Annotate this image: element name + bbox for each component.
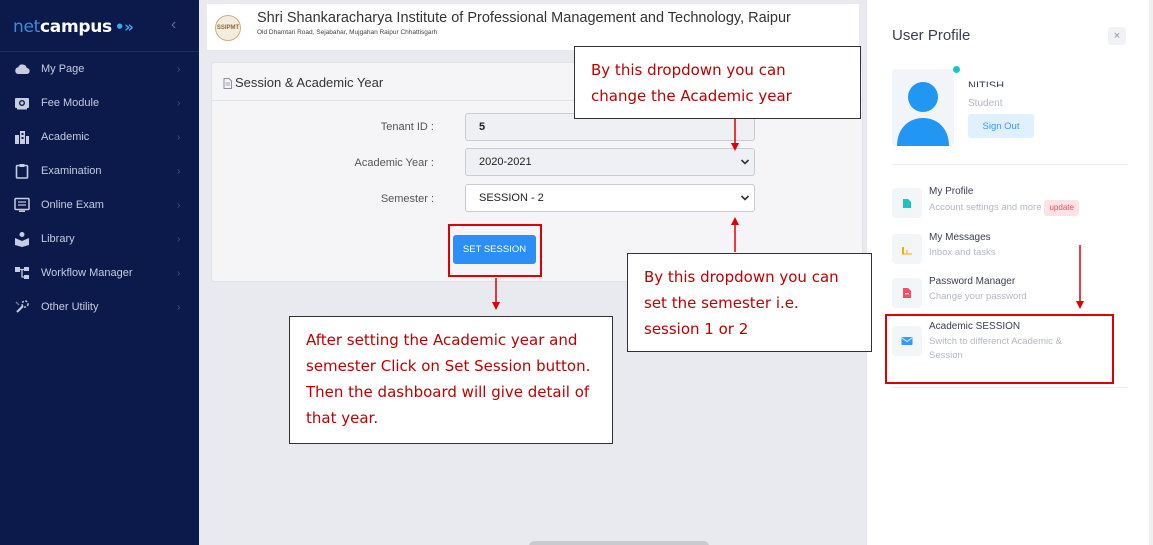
semester-label: Semester :	[380, 193, 434, 205]
scroll-indicator	[529, 541, 709, 545]
chevron-right-icon: ›	[177, 267, 181, 279]
reader-icon	[14, 231, 30, 247]
session-card-title: Session & Academic Year	[235, 75, 384, 90]
chevron-right-icon: ›	[177, 301, 181, 313]
header: SSIPMT Shri Shankaracharya Institute of …	[207, 4, 859, 50]
chevron-right-icon: ›	[177, 199, 181, 211]
tools-icon	[14, 299, 30, 315]
panel-item-my-profile[interactable]: My Profile Account settings and more upda…	[892, 186, 1132, 226]
page: net campus •» ‹ My Page › Fee Module › Aca…	[0, 0, 1153, 545]
panel-title: User Profile	[892, 27, 971, 44]
sidebar-item-library[interactable]: Library ›	[0, 224, 199, 254]
sidebar-item-workflow-manager[interactable]: Workflow Manager ›	[0, 258, 199, 288]
sidebar-item-online-exam[interactable]: Online Exam ›	[0, 190, 199, 220]
sidebar-item-label: Other Utility	[41, 301, 99, 313]
sidebar: net campus •» ‹ My Page › Fee Module › Aca…	[0, 0, 199, 545]
sidebar-item-fee-module[interactable]: Fee Module ›	[0, 88, 199, 118]
semester-value: SESSION - 2	[479, 192, 544, 204]
avatar	[892, 69, 954, 146]
sidebar-item-other-utility[interactable]: Other Utility ›	[0, 292, 199, 322]
user-name: NITISH	[968, 80, 1005, 87]
clipboard-icon	[14, 163, 30, 179]
semester-select[interactable]: SESSION - 2	[465, 184, 755, 212]
sidebar-item-my-page[interactable]: My Page ›	[0, 54, 199, 84]
year-callout: By this dropdown you can change the Acad…	[574, 46, 861, 119]
sidebar-item-label: Library	[41, 233, 75, 245]
sidebar-item-label: Online Exam	[41, 199, 104, 211]
brand-part2: campus	[40, 17, 112, 37]
divider	[892, 164, 1128, 165]
institute-name: Shri Shankaracharya Institute of Profess…	[257, 10, 791, 26]
sidebar-item-label: Academic	[41, 131, 90, 143]
institute-address: Old Dhamtari Road, Sejabahar, Mujgahan R…	[257, 29, 438, 36]
academic-year-value: 2020-2021	[479, 156, 532, 168]
panel-item-subtitle: Account settings and more update	[929, 200, 1099, 216]
chevron-down-icon	[740, 157, 750, 170]
chevron-right-icon: ›	[177, 97, 181, 109]
user-role: Student	[968, 98, 1003, 109]
set-session-highlight	[448, 224, 542, 277]
academic-year-label: Academic Year :	[354, 157, 435, 169]
tenant-id-value: 5	[479, 121, 486, 133]
sidebar-item-academic[interactable]: Academic ›	[0, 122, 199, 152]
panel-item-password-manager[interactable]: Password Manager Change your password	[892, 276, 1132, 316]
monitor-icon	[14, 197, 30, 213]
divider	[892, 387, 1128, 388]
semester-callout: By this dropdown you can set the semeste…	[627, 253, 872, 352]
sidebar-item-label: Workflow Manager	[41, 267, 133, 279]
building-icon	[14, 129, 30, 145]
academic-year-select[interactable]: 2020-2021	[465, 148, 755, 176]
academic-session-highlight	[885, 314, 1114, 384]
workflow-icon	[14, 265, 30, 281]
close-icon[interactable]: ×	[1108, 27, 1126, 45]
sidebar-item-label: My Page	[41, 63, 85, 75]
panel-item-subtitle: Change your password	[929, 291, 1027, 302]
panel-item-my-messages[interactable]: My Messages Inbox and tasks	[892, 232, 1132, 272]
panel-edge	[1149, 0, 1153, 545]
chevron-right-icon: ›	[177, 165, 181, 177]
chevron-down-icon	[740, 193, 750, 206]
panel-item-title: Password Manager	[929, 276, 1016, 287]
panel-item-subtitle: Inbox and tasks	[929, 247, 996, 258]
chevron-right-icon: ›	[177, 131, 181, 143]
button-callout: After setting the Academic year and seme…	[289, 316, 613, 444]
sidebar-item-label: Examination	[41, 165, 102, 177]
sign-out-button[interactable]: Sign Out	[968, 114, 1034, 138]
profile-icon	[892, 188, 922, 218]
panel-item-title: My Messages	[929, 232, 991, 243]
online-status-dot	[953, 66, 960, 73]
update-badge: update	[1044, 200, 1079, 216]
panel-item-title: My Profile	[929, 186, 974, 197]
tenant-id-label: Tenant ID :	[380, 121, 434, 133]
brand-logo[interactable]: net campus •»	[13, 14, 134, 40]
chevrons-left-icon[interactable]: ‹	[171, 16, 176, 34]
sidebar-item-examination[interactable]: Examination ›	[0, 156, 199, 186]
chevron-right-icon: ›	[177, 63, 181, 75]
panel-item-subtitle-text: Account settings and more	[929, 202, 1042, 213]
password-icon	[892, 278, 922, 308]
user-profile-panel: User Profile × NITISH Student Sign Out M…	[867, 0, 1153, 545]
brand-mark: •»	[114, 18, 134, 36]
institute-logo: SSIPMT	[215, 15, 241, 41]
institute-logo-text: SSIPMT	[216, 25, 240, 31]
brand-part1: net	[13, 17, 40, 37]
sidebar-item-label: Fee Module	[41, 97, 100, 109]
sidebar-divider	[0, 51, 199, 52]
camera-icon	[14, 95, 30, 111]
cloud-icon	[14, 61, 30, 77]
chart-icon	[892, 234, 922, 264]
chevron-right-icon: ›	[177, 233, 181, 245]
document-icon	[223, 76, 232, 94]
